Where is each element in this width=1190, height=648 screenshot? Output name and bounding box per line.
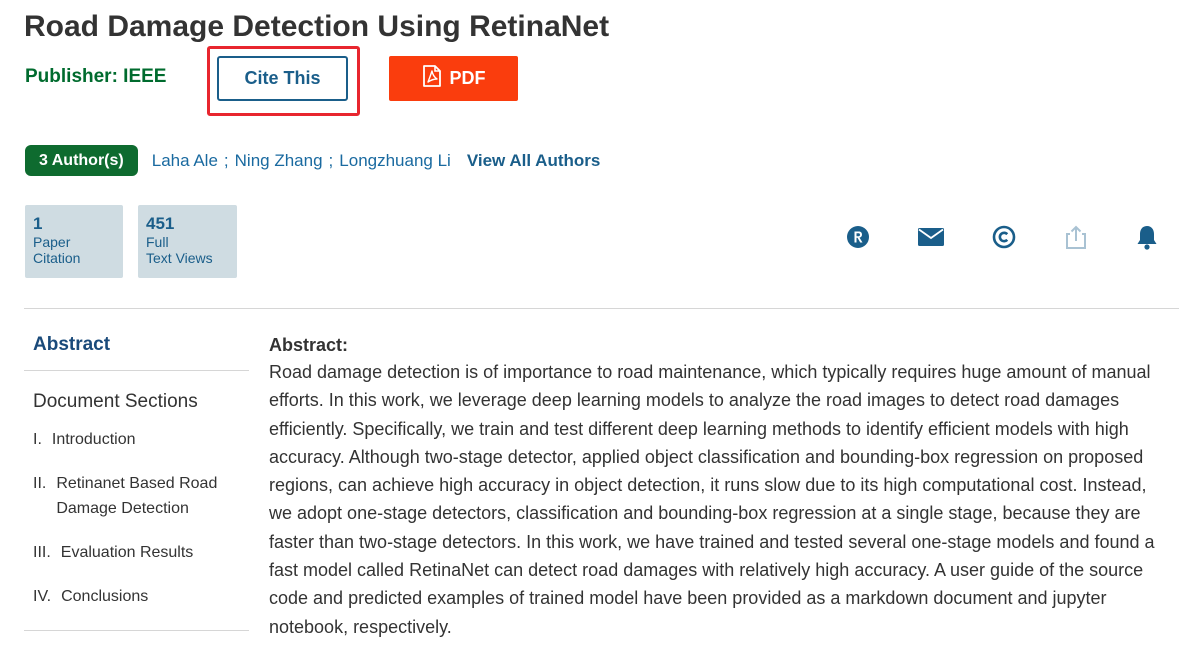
sidebar-item-conclusions[interactable]: IV. Conclusions [24,584,249,609]
full-text-views-metric[interactable]: 451 Full Text Views [138,205,237,278]
abstract-heading: Abstract: [269,335,349,355]
section-number: III. [33,544,51,561]
rights-icon[interactable] [844,223,872,251]
email-icon[interactable] [917,223,945,251]
view-all-authors-link[interactable]: View All Authors [467,151,601,171]
cite-this-button[interactable]: Cite This [217,56,348,101]
section-label: Introduction [51,431,136,448]
metric-value: 1 [33,214,43,233]
section-number: II. [33,475,47,492]
header-divider [24,308,1179,309]
metric-label: Text Views [146,250,213,266]
sidebar-divider [24,630,249,631]
pdf-button-label: PDF [449,68,486,88]
document-sidebar: Abstract Document Sections I. Introducti… [24,330,249,631]
alert-bell-icon[interactable] [1133,223,1161,251]
authors-row: 3 Author(s) Laha Ale ; Ning Zhang ; Long… [25,145,600,176]
author-separator: ; [328,150,334,170]
section-label: Retinanet Based Road Damage Detection [56,475,218,517]
author-separator: ; [223,150,229,170]
section-number: I. [33,431,42,448]
author-link[interactable]: Laha Ale [152,151,218,171]
metric-label: Paper [33,234,71,250]
sidebar-item-introduction[interactable]: I. Introduction [24,427,249,452]
pdf-button[interactable]: PDF [389,56,518,101]
page-title: Road Damage Detection Using RetinaNet [24,10,610,43]
author-link[interactable]: Ning Zhang [235,151,323,171]
document-sections-heading: Document Sections [33,391,198,412]
section-label: Evaluation Results [60,544,194,561]
sidebar-abstract-link[interactable]: Abstract [24,330,249,370]
section-number: IV. [33,588,52,605]
abstract-section: Abstract: Road damage detection is of im… [269,334,1169,641]
metric-label: Full [146,234,169,250]
metric-label: Citation [33,250,81,266]
publisher-label: Publisher: IEEE [25,66,167,87]
abstract-text: Road damage detection is of importance t… [269,362,1155,637]
sidebar-item-evaluation-results[interactable]: III. Evaluation Results [24,540,249,565]
paper-citation-metric[interactable]: 1 Paper Citation [25,205,123,278]
copyright-icon[interactable] [990,223,1018,251]
author-link[interactable]: Longzhuang Li [339,151,451,171]
sidebar-item-retinanet[interactable]: II. Retinanet Based Road Damage Detectio… [24,471,249,521]
section-label: Conclusions [61,588,149,605]
pdf-icon [422,65,442,92]
share-icon[interactable] [1062,223,1090,251]
sidebar-divider [24,370,249,371]
metric-value: 451 [146,214,175,233]
author-count-badge[interactable]: 3 Author(s) [25,145,138,176]
